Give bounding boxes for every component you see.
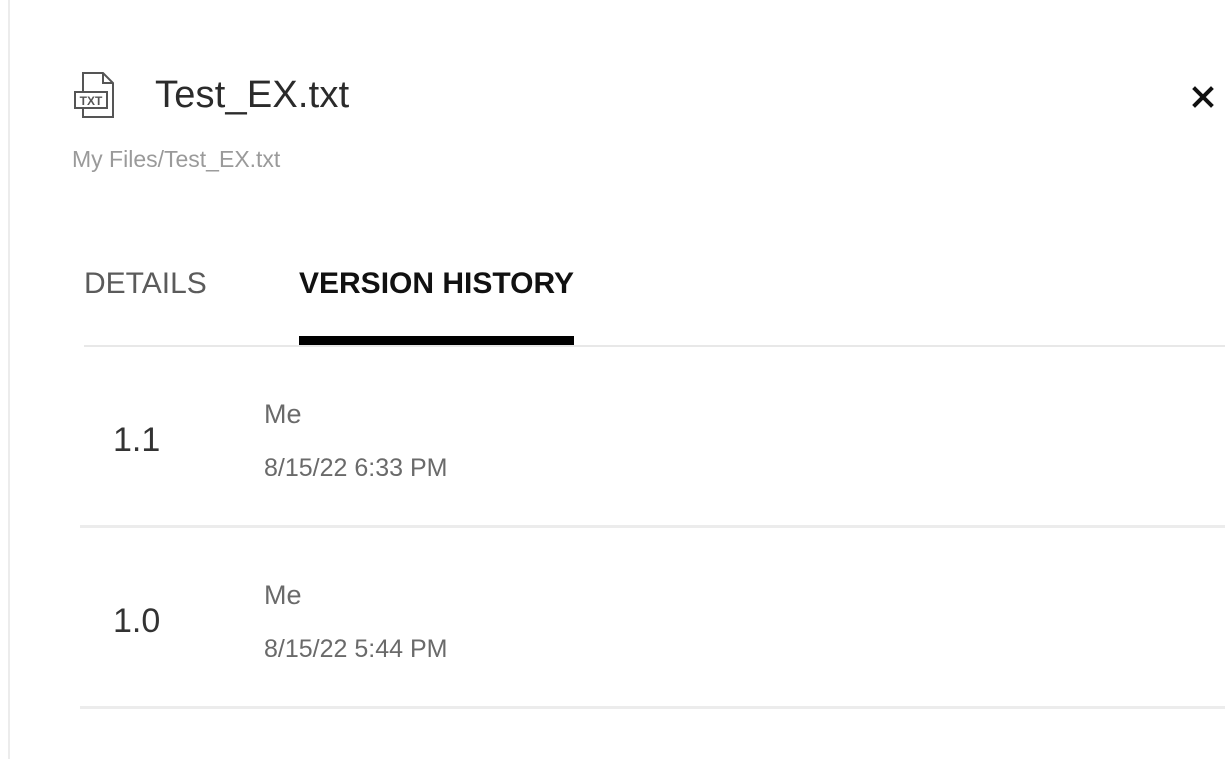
version-timestamp: 8/15/22 6:33 PM [264, 454, 448, 482]
tab-version-history[interactable]: VERSION HISTORY [299, 262, 575, 346]
txt-file-icon: TXT [74, 72, 114, 118]
tab-bar: DETAILS VERSION HISTORY [84, 262, 575, 346]
version-number: 1.0 [113, 602, 161, 640]
version-author: Me [264, 399, 302, 429]
file-title: Test_EX.txt [155, 73, 350, 116]
file-path-breadcrumb: My Files/Test_EX.txt [72, 146, 281, 172]
version-row[interactable]: 1.1 Me 8/15/22 6:33 PM [80, 347, 1225, 528]
tab-details-label: DETAILS [84, 267, 207, 300]
panel-header: TXT Test_EX.txt [73, 70, 349, 120]
tab-details[interactable]: DETAILS [84, 262, 299, 346]
version-author: Me [264, 580, 302, 610]
file-icon-label: TXT [80, 94, 103, 108]
version-number: 1.1 [113, 421, 161, 459]
panel-left-border [8, 0, 10, 759]
version-list: 1.1 Me 8/15/22 6:33 PM 1.0 Me 8/15/22 5:… [80, 347, 1225, 709]
file-details-panel: TXT Test_EX.txt My Files/Test_EX.txt DET… [0, 0, 1225, 759]
tab-version-history-label: VERSION HISTORY [299, 267, 575, 300]
close-button[interactable] [1186, 80, 1220, 114]
version-timestamp: 8/15/22 5:44 PM [264, 635, 448, 663]
close-icon [1192, 86, 1214, 108]
version-row[interactable]: 1.0 Me 8/15/22 5:44 PM [80, 528, 1225, 709]
